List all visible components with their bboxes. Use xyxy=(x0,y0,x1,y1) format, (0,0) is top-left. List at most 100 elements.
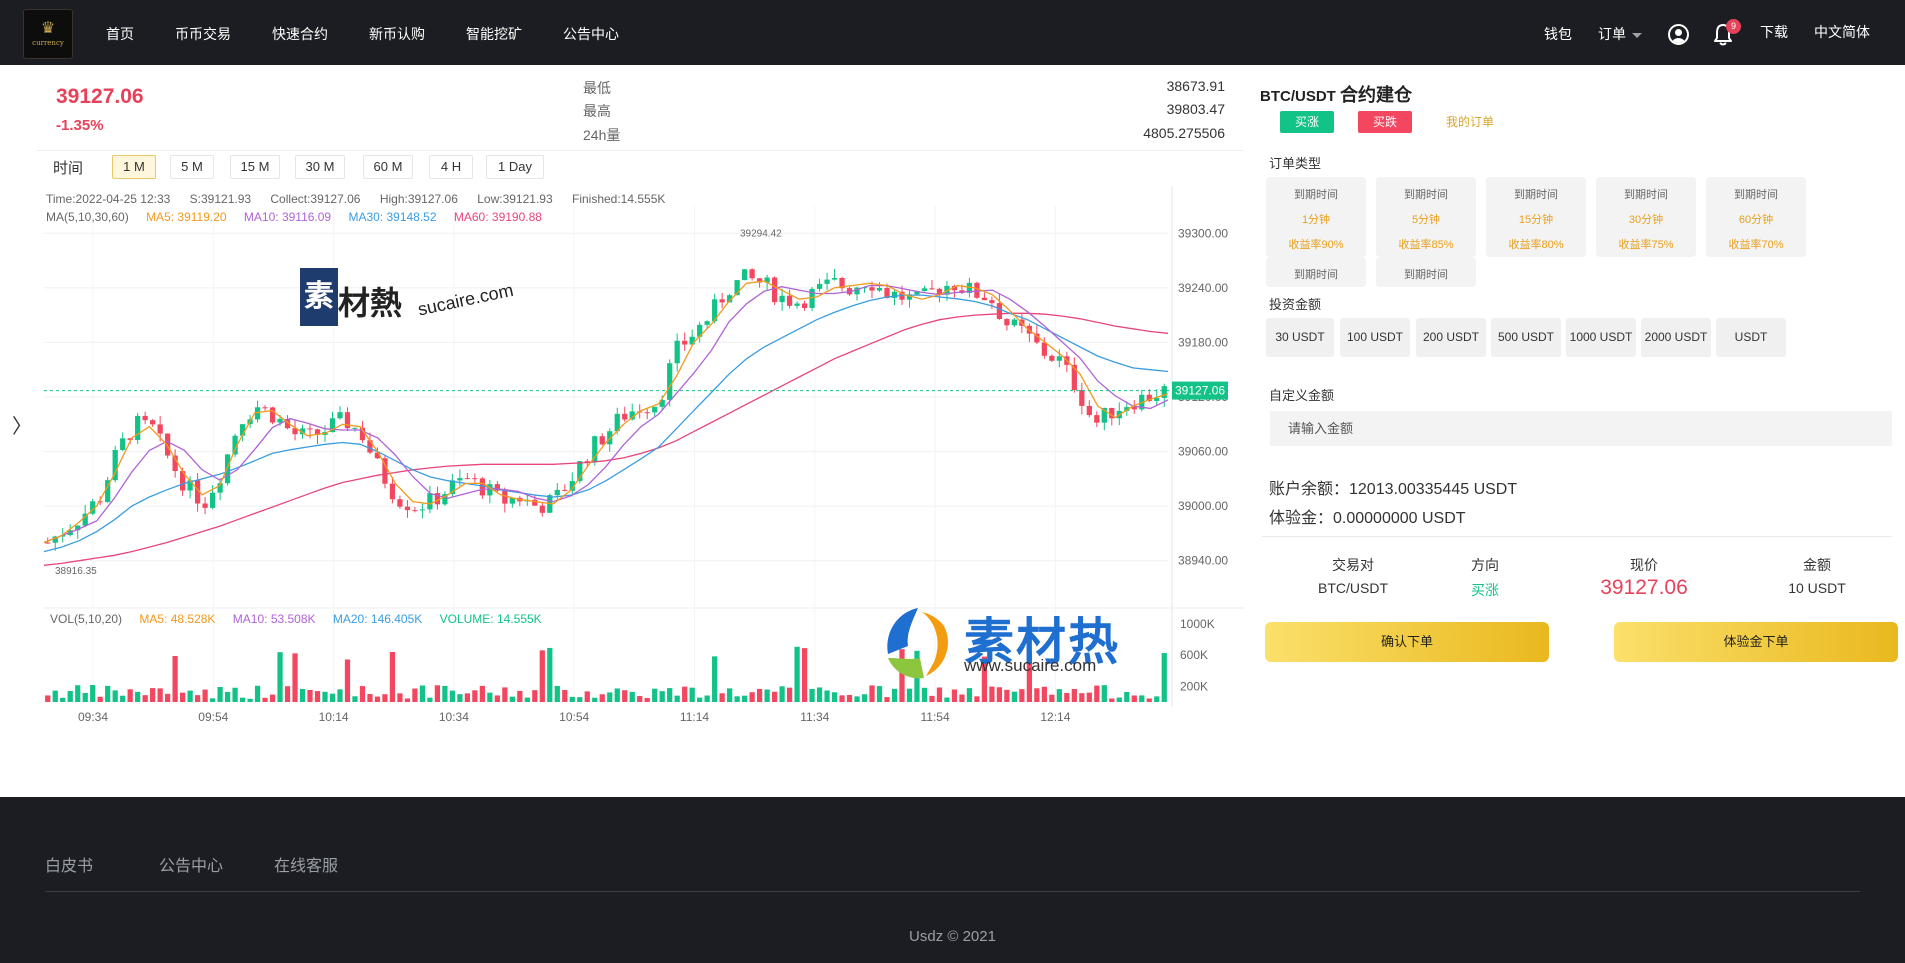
amount-1000-button[interactable]: 1000 USDT xyxy=(1566,318,1636,357)
volume-bar xyxy=(921,687,928,702)
candle-body xyxy=(824,279,830,284)
order-type-60min[interactable]: 到期时间 60分钟 收益率70% xyxy=(1706,177,1806,257)
volume-bar xyxy=(719,693,725,702)
candle-body xyxy=(876,287,883,291)
volume-bar xyxy=(292,653,298,702)
time-axis-tick: 10:34 xyxy=(439,710,469,724)
volume-bar xyxy=(584,691,590,702)
volume-bar xyxy=(786,687,793,702)
volume-bar xyxy=(801,648,808,702)
volume-bar xyxy=(135,691,141,702)
ohlc-high: High:39127.06 xyxy=(379,192,458,206)
nav-item-quick-contract[interactable]: 快速合约 xyxy=(272,24,328,44)
volume-bar xyxy=(239,697,246,702)
volume-bar xyxy=(1146,698,1152,702)
footer-whitepaper-link[interactable]: 白皮书 xyxy=(45,852,93,876)
current-price: 39127.06 xyxy=(56,85,144,108)
volume-bar xyxy=(1139,695,1145,702)
order-type-rate: 收益率70% xyxy=(1728,239,1784,251)
candle-body xyxy=(562,489,568,491)
order-type-5min[interactable]: 到期时间 5分钟 收益率85% xyxy=(1376,177,1476,257)
interval-4h[interactable]: 4 H xyxy=(429,155,473,179)
volume-bar xyxy=(209,698,216,702)
nav-item-home[interactable]: 首页 xyxy=(106,24,134,44)
confirm-order-button[interactable]: 确认下单 xyxy=(1265,622,1549,662)
amount-usdt-button[interactable]: USDT xyxy=(1716,318,1786,357)
volume-bar xyxy=(539,650,545,702)
candle-body xyxy=(794,303,800,306)
volume-bar xyxy=(704,695,710,702)
interval-1day[interactable]: 1 Day xyxy=(486,155,544,179)
amount-100-button[interactable]: 100 USDT xyxy=(1340,318,1410,357)
watermark-logo-icon xyxy=(887,608,948,679)
footer-support-link[interactable]: 在线客服 xyxy=(274,852,338,876)
candle-body xyxy=(869,287,875,291)
volume-bar xyxy=(674,695,680,702)
custom-amount-input[interactable] xyxy=(1270,411,1892,446)
trial-order-button[interactable]: 体验金下单 xyxy=(1614,622,1898,662)
volume-bar xyxy=(891,688,898,702)
amount-2000-button[interactable]: 2000 USDT xyxy=(1641,318,1711,357)
volume-bar xyxy=(449,690,456,702)
custom-amount-label: 自定义金额 xyxy=(1269,388,1335,403)
nav-item-new-coin-subscription[interactable]: 新币认购 xyxy=(369,24,425,44)
interval-1m[interactable]: 1 M xyxy=(112,155,156,179)
ma60-line xyxy=(43,312,1169,566)
vol-ma20: MA20: 146.405K xyxy=(332,612,423,626)
language-selector[interactable]: 中文简体 xyxy=(1814,22,1870,42)
interval-15m[interactable]: 15 M xyxy=(230,155,280,179)
order-type-duration: 60分钟 xyxy=(1738,214,1774,226)
nav-item-announcement-center[interactable]: 公告中心 xyxy=(563,24,619,44)
order-type-30min[interactable]: 到期时间 30分钟 收益率75% xyxy=(1596,177,1696,257)
volume-bar xyxy=(1094,685,1100,702)
orders-dropdown[interactable]: 订单 xyxy=(1598,24,1642,44)
order-type-15min[interactable]: 到期时间 15分钟 收益率80% xyxy=(1486,177,1586,257)
ma-title: MA(5,10,30,60) xyxy=(46,210,129,224)
volume-bar xyxy=(45,695,51,702)
candle-body xyxy=(157,424,163,434)
amount-200-button[interactable]: 200 USDT xyxy=(1416,318,1486,357)
candle-body xyxy=(412,510,418,512)
volume-bar xyxy=(562,690,568,702)
interval-5m[interactable]: 5 M xyxy=(170,155,214,179)
order-type-1min[interactable]: 到期时间 1分钟 收益率90% xyxy=(1266,177,1366,257)
volume-bar xyxy=(861,694,868,702)
volume-bar xyxy=(479,685,485,702)
footer-announcement-link[interactable]: 公告中心 xyxy=(159,852,223,876)
candle-body xyxy=(397,499,403,507)
volume-bar xyxy=(1056,689,1062,702)
volume-bar xyxy=(487,692,493,702)
volume-bar xyxy=(75,685,81,702)
buy-down-button[interactable]: 买跌 xyxy=(1358,111,1412,133)
candle-body xyxy=(974,282,980,298)
volume-axis-tick: 600K xyxy=(1180,648,1208,662)
volume-bar xyxy=(599,694,605,702)
order-type-duration: 15分钟 xyxy=(1518,214,1554,226)
wallet-link[interactable]: 钱包 xyxy=(1544,24,1572,44)
summary-amount-value: 10 USDT xyxy=(1788,580,1846,596)
candle-body xyxy=(719,299,725,303)
order-type-6[interactable]: 到期时间 xyxy=(1266,257,1366,287)
candle-body xyxy=(142,415,148,421)
volume-bar xyxy=(60,697,66,702)
brand-logo[interactable]: ♛ currency xyxy=(23,9,73,59)
amount-30-button[interactable]: 30 USDT xyxy=(1266,318,1334,357)
ma60-value: MA60: 39190.88 xyxy=(453,210,542,224)
user-icon[interactable] xyxy=(1668,24,1689,45)
buy-up-button[interactable]: 买涨 xyxy=(1280,111,1334,133)
my-orders-link[interactable]: 我的订单 xyxy=(1446,113,1494,130)
amount-500-button[interactable]: 500 USDT xyxy=(1491,318,1561,357)
volume-bar xyxy=(314,691,321,702)
volume-bar xyxy=(52,690,58,702)
account-balance: 账户余额：12013.00335445 USDT xyxy=(1269,481,1518,498)
nav-item-smart-mining[interactable]: 智能挖矿 xyxy=(466,24,522,44)
chevron-right-icon[interactable]: 〉 xyxy=(12,410,32,439)
order-type-label: 订单类型 xyxy=(1269,156,1322,171)
interval-30m[interactable]: 30 M xyxy=(295,155,345,179)
candle-body xyxy=(682,340,688,345)
order-type-7[interactable]: 到期时间 xyxy=(1376,257,1476,287)
download-link[interactable]: 下载 xyxy=(1760,22,1788,42)
volume-bar xyxy=(150,688,156,702)
interval-60m[interactable]: 60 M xyxy=(363,155,413,179)
nav-item-spot-trading[interactable]: 币币交易 xyxy=(175,24,231,44)
